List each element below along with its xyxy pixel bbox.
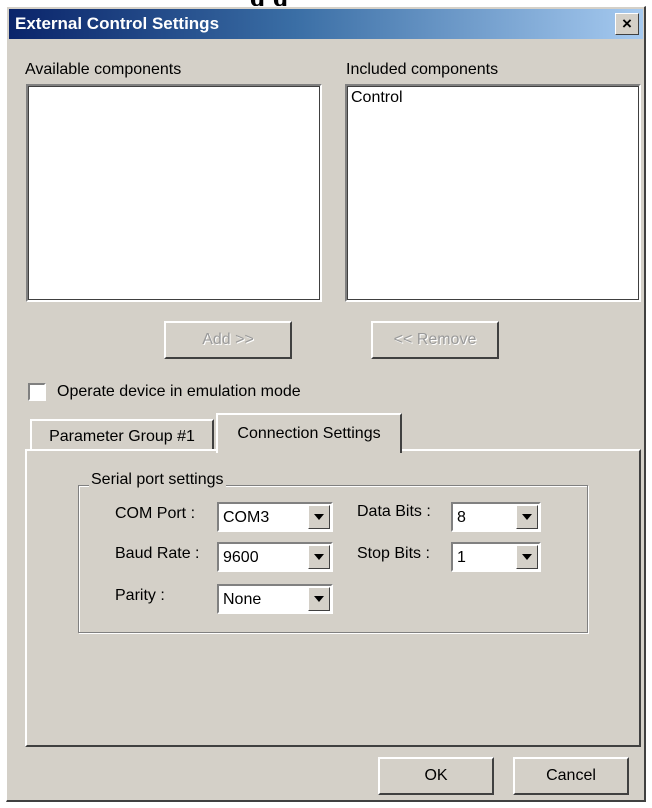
tab-parameter-group-1[interactable]: Parameter Group #1 (30, 419, 214, 453)
chevron-down-icon[interactable] (308, 505, 330, 529)
cancel-button[interactable]: Cancel (513, 757, 629, 795)
serial-port-group-title: Serial port settings (89, 471, 226, 489)
parity-select[interactable]: None (217, 584, 333, 614)
title-bar[interactable]: External Control Settings × (9, 9, 643, 39)
included-components-list[interactable]: Control (345, 84, 641, 302)
external-control-settings-dialog: External Control Settings × Available co… (6, 6, 646, 802)
available-components-list[interactable] (26, 84, 322, 302)
add-button[interactable]: Add >> (164, 321, 292, 359)
list-item[interactable]: Control (351, 89, 403, 107)
baud-rate-value: 9600 (223, 549, 259, 566)
data-bits-value: 8 (457, 509, 466, 526)
stop-bits-value: 1 (457, 549, 466, 566)
close-icon: × (622, 14, 632, 33)
chevron-down-icon[interactable] (516, 545, 538, 569)
chevron-down-icon[interactable] (516, 505, 538, 529)
emulation-checkbox[interactable] (28, 383, 46, 401)
included-components-label: Included components (346, 61, 499, 78)
tab-connection-settings[interactable]: Connection Settings (216, 413, 402, 453)
baud-rate-select[interactable]: 9600 (217, 542, 333, 572)
data-bits-select[interactable]: 8 (451, 502, 541, 532)
chevron-down-icon[interactable] (308, 545, 330, 569)
stop-bits-select[interactable]: 1 (451, 542, 541, 572)
window-title: External Control Settings (15, 14, 220, 33)
chevron-down-icon[interactable] (308, 587, 330, 611)
parity-label: Parity : (115, 587, 165, 604)
stop-bits-label: Stop Bits : (357, 545, 430, 562)
baud-rate-label: Baud Rate : (115, 545, 200, 562)
parity-value: None (223, 591, 262, 608)
remove-button[interactable]: << Remove (371, 321, 499, 359)
available-components-label: Available components (25, 61, 182, 78)
com-port-value: COM3 (223, 509, 270, 526)
close-button[interactable]: × (615, 13, 639, 35)
ok-button[interactable]: OK (378, 757, 494, 795)
com-port-label: COM Port : (115, 505, 196, 522)
com-port-select[interactable]: COM3 (217, 502, 333, 532)
emulation-checkbox-label: Operate device in emulation mode (57, 383, 301, 400)
data-bits-label: Data Bits : (357, 503, 431, 520)
